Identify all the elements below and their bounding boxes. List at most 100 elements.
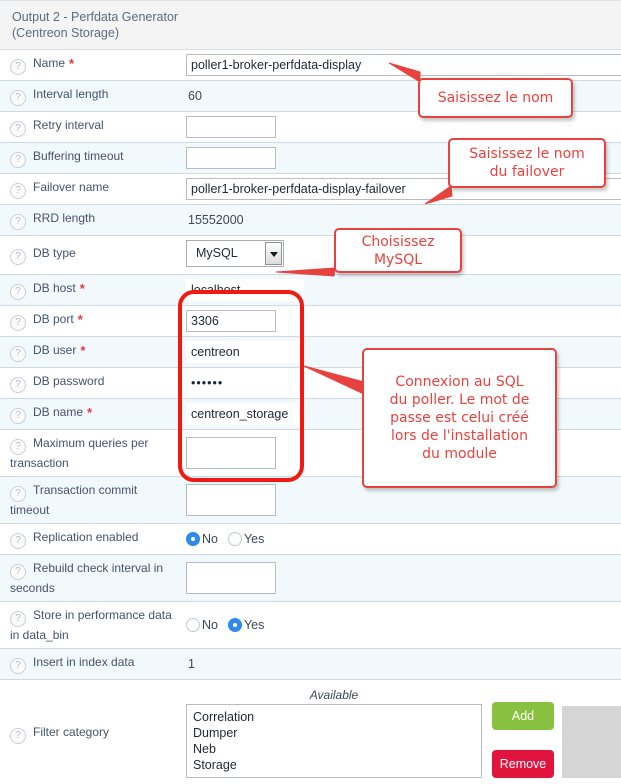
radio-dot-icon[interactable]: [227, 532, 242, 546]
rrd-length-value: 15552000: [188, 213, 244, 227]
label-db-type: ? DB type: [0, 235, 180, 275]
replication-enabled-radio-no[interactable]: No: [186, 532, 218, 546]
list-item[interactable]: Storage: [193, 757, 481, 773]
field-label-text: Rebuild check interval in seconds: [10, 561, 164, 595]
value-db-name: [180, 398, 621, 430]
label-db-name: ? DB name *: [0, 398, 180, 430]
field-label-text: Filter category: [33, 725, 110, 739]
retry-interval-input[interactable]: [186, 116, 276, 138]
available-column: Available Correlation Dumper Neb Storage: [186, 688, 482, 778]
label-store-in-data-bin: ? Store in performance data in data_bin: [0, 601, 180, 649]
field-label-text: Maximum queries per transaction: [10, 436, 149, 470]
label-db-port: ? DB port *: [0, 305, 180, 337]
field-row-store-in-data-bin: ? Store in performance data in data_bin N…: [0, 601, 621, 649]
list-item[interactable]: Correlation: [193, 709, 481, 725]
label-name: ? Name *: [0, 49, 180, 81]
value-name: [180, 49, 621, 81]
radio-label: No: [202, 618, 218, 632]
store-in-data-bin-radio-group: No Yes: [186, 618, 274, 632]
radio-dot-icon[interactable]: [186, 532, 200, 546]
field-label-text: Replication enabled: [33, 530, 139, 544]
output-config-form: Output 2 - Perfdata Generator (Centreon …: [0, 0, 621, 784]
help-icon[interactable]: ?: [10, 439, 26, 455]
list-item[interactable]: Neb: [193, 741, 481, 757]
radio-dot-icon[interactable]: [227, 618, 242, 632]
help-icon[interactable]: ?: [10, 658, 26, 674]
field-row-failover-name: ? Failover name: [0, 173, 621, 205]
radio-label: Yes: [243, 618, 265, 632]
db-port-input[interactable]: [186, 310, 276, 332]
value-db-password: [180, 367, 621, 399]
help-icon[interactable]: ?: [10, 315, 26, 331]
remove-button[interactable]: Remove: [492, 750, 554, 778]
transaction-commit-timeout-input[interactable]: [186, 484, 276, 516]
field-row-name: ? Name *: [0, 49, 621, 81]
failover-name-input[interactable]: [186, 178, 621, 200]
db-type-selected-value: MySQL: [196, 246, 238, 260]
radio-dot-icon[interactable]: [186, 618, 200, 632]
required-marker: *: [87, 405, 93, 420]
help-icon[interactable]: ?: [10, 346, 26, 362]
available-listbox[interactable]: Correlation Dumper Neb Storage: [186, 704, 482, 778]
help-icon[interactable]: ?: [10, 214, 26, 230]
help-icon[interactable]: ?: [10, 249, 26, 265]
help-icon[interactable]: ?: [10, 611, 26, 627]
selected-listbox[interactable]: [562, 706, 621, 778]
label-replication-enabled: ? Replication enabled: [0, 523, 180, 555]
add-button[interactable]: Add: [492, 702, 554, 730]
name-input[interactable]: [186, 54, 621, 76]
required-marker: *: [80, 343, 86, 358]
interval-length-value: 60: [188, 89, 202, 103]
help-icon[interactable]: ?: [10, 486, 26, 502]
replication-enabled-radio-yes[interactable]: Yes: [227, 532, 265, 546]
max-queries-input[interactable]: [186, 437, 276, 469]
field-row-db-name: ? DB name *: [0, 398, 621, 430]
filter-category-dual-list: Available Correlation Dumper Neb Storage…: [186, 684, 621, 784]
db-type-select[interactable]: MySQL: [186, 240, 284, 267]
label-db-password: ? DB password: [0, 367, 180, 399]
help-icon[interactable]: ?: [10, 728, 26, 744]
rebuild-check-interval-input[interactable]: [186, 562, 276, 594]
required-marker: *: [79, 281, 85, 296]
label-transaction-commit-timeout: ? Transaction commit timeout: [0, 476, 180, 524]
help-icon[interactable]: ?: [10, 121, 26, 137]
db-user-input[interactable]: [186, 341, 304, 363]
help-icon[interactable]: ?: [10, 377, 26, 393]
help-icon[interactable]: ?: [10, 408, 26, 424]
help-icon[interactable]: ?: [10, 564, 26, 580]
help-icon[interactable]: ?: [10, 183, 26, 199]
value-max-queries: [180, 429, 621, 477]
db-name-input[interactable]: [186, 403, 304, 425]
section-title-line1: Output 2 - Perfdata Generator: [12, 10, 179, 24]
store-in-data-bin-radio-yes[interactable]: Yes: [227, 618, 265, 632]
label-retry-interval: ? Retry interval: [0, 111, 180, 143]
field-row-filter-category: ? Filter category Available Correlation D…: [0, 679, 621, 784]
value-db-host: [180, 274, 621, 306]
buffering-timeout-input[interactable]: [186, 147, 276, 169]
db-host-input[interactable]: [186, 279, 304, 301]
available-title: Available: [309, 688, 359, 702]
field-label-text: Name: [33, 56, 66, 70]
value-db-type: MySQL: [180, 235, 621, 275]
chevron-down-icon[interactable]: [265, 242, 282, 265]
label-db-host: ? DB host *: [0, 274, 180, 306]
help-icon[interactable]: ?: [10, 284, 26, 300]
section-title-line2: (Centreon Storage): [12, 26, 120, 40]
value-buffering-timeout: [180, 142, 621, 174]
field-label-text: Failover name: [33, 180, 110, 194]
label-max-queries: ? Maximum queries per transaction: [0, 429, 180, 477]
field-label-text: Buffering timeout: [33, 149, 124, 163]
insert-in-index-data-value: 1: [188, 657, 195, 671]
field-label-text: Interval length: [33, 87, 109, 101]
store-in-data-bin-radio-no[interactable]: No: [186, 618, 218, 632]
help-icon[interactable]: ?: [10, 59, 26, 75]
radio-label: Yes: [243, 532, 265, 546]
field-row-db-user: ? DB user *: [0, 336, 621, 368]
required-marker: *: [77, 312, 83, 327]
help-icon[interactable]: ?: [10, 90, 26, 106]
field-row-rrd-length: ? RRD length 15552000: [0, 204, 621, 236]
help-icon[interactable]: ?: [10, 152, 26, 168]
list-item[interactable]: Dumper: [193, 725, 481, 741]
db-password-input[interactable]: [186, 372, 304, 394]
help-icon[interactable]: ?: [10, 533, 26, 549]
